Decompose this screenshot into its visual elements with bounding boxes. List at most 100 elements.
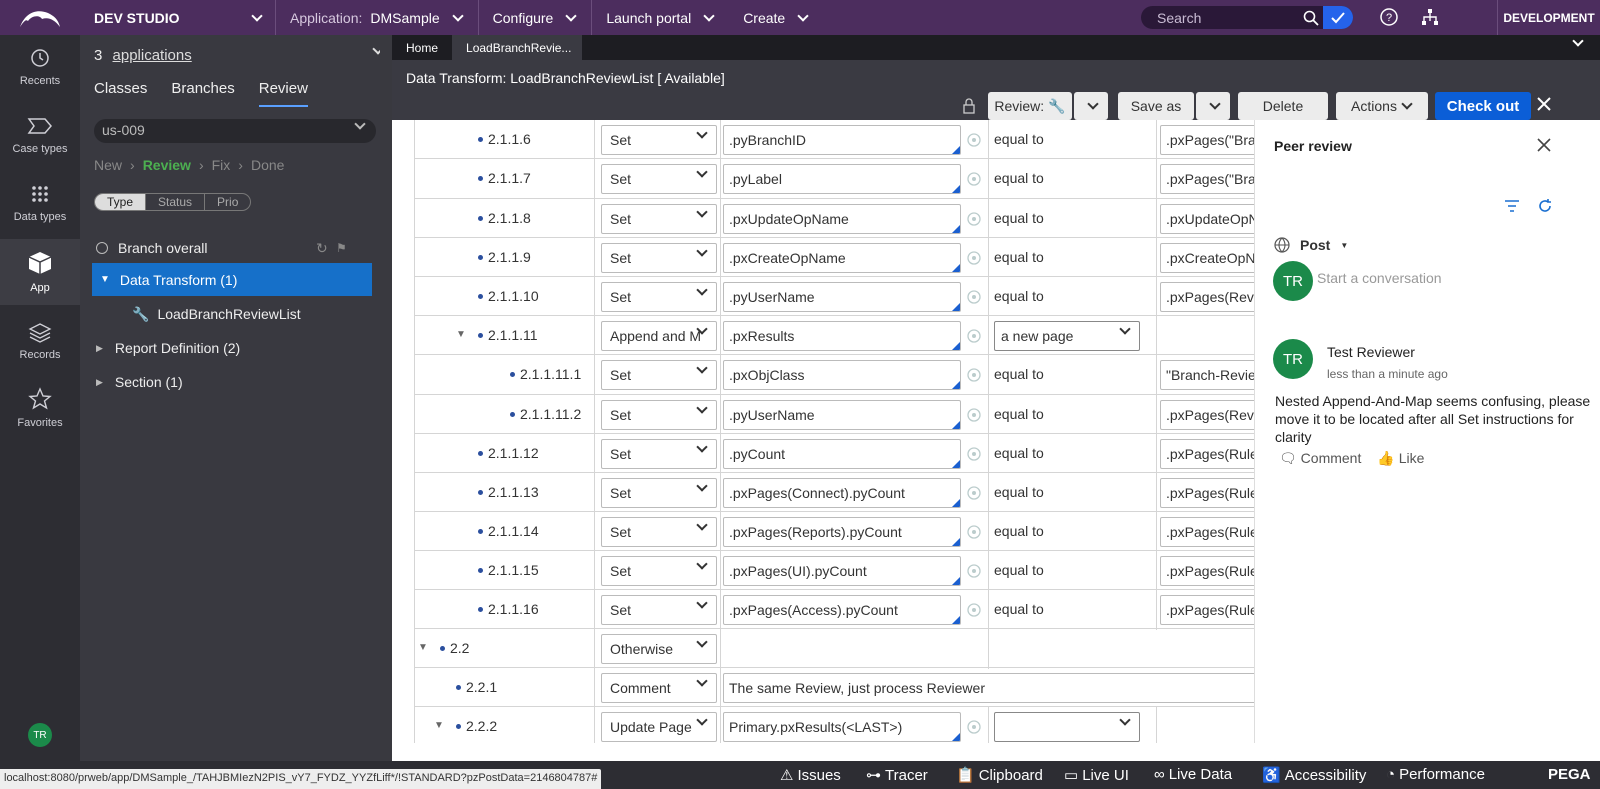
target-field[interactable]: .pxPages(UI).pyCount <box>723 556 961 586</box>
target-field[interactable]: .pxPages(Reports).pyCount <box>723 517 961 547</box>
action-select[interactable]: Set <box>601 400 717 430</box>
action-select[interactable]: Append and M <box>601 321 717 351</box>
tab-loadbranchreviewlist[interactable]: LoadBranchRevie... <box>452 35 583 60</box>
live-ui-button[interactable]: ▭ Live UI <box>1064 766 1129 785</box>
target-field[interactable]: .pxCreateOpName <box>723 243 961 273</box>
branch-select[interactable]: us-009 <box>94 118 376 143</box>
tree-item-loadbranchreviewlist[interactable]: 🔧 LoadBranchReviewList <box>80 304 392 324</box>
source-field[interactable]: .pxPages(Rules <box>1160 478 1254 508</box>
relation-select[interactable] <box>994 712 1140 742</box>
source-field[interactable]: .pxPages(Revie <box>1160 400 1254 430</box>
tab-home[interactable]: Home <box>392 35 452 60</box>
target-field[interactable]: .pxObjClass <box>723 360 961 390</box>
relation-select[interactable]: a new page <box>994 321 1140 351</box>
action-select[interactable]: Set <box>601 282 717 312</box>
tree-item-report-definition[interactable]: ▶ Report Definition (2) <box>80 338 392 358</box>
source-field[interactable]: .pxPages("Bran <box>1160 125 1254 155</box>
hierarchy-icon[interactable] <box>1421 8 1439 26</box>
caret-down-icon[interactable]: ▼ <box>456 329 466 340</box>
rail-item-case-types[interactable]: Case types <box>0 115 80 165</box>
rail-item-recents[interactable]: Recents <box>0 47 80 97</box>
search-submit-button[interactable] <box>1323 6 1353 29</box>
check-out-button[interactable]: Check out <box>1435 92 1531 120</box>
performance-button[interactable]: ◔ Performance <box>1386 766 1485 783</box>
applications-link[interactable]: applications <box>113 47 192 64</box>
action-select[interactable]: Set <box>601 243 717 273</box>
launch-portal-menu[interactable]: Launch portal <box>592 0 729 35</box>
rail-item-data-types[interactable]: Data types <box>0 183 80 233</box>
studio-switcher[interactable]: DEV STUDIO <box>80 0 276 35</box>
pega-logo-icon[interactable] <box>0 0 80 35</box>
close-icon[interactable] <box>1537 138 1551 152</box>
radio-circle-icon[interactable] <box>96 242 108 254</box>
target-picker-icon[interactable] <box>966 446 982 462</box>
help-icon[interactable]: ? <box>1380 8 1398 26</box>
target-picker-icon[interactable] <box>966 524 982 540</box>
target-picker-icon[interactable] <box>966 719 982 735</box>
start-conversation-input[interactable]: Start a conversation <box>1317 270 1442 286</box>
actions-button[interactable]: Actions <box>1336 92 1428 120</box>
clipboard-button[interactable]: 📋 Clipboard <box>956 766 1043 785</box>
target-field[interactable]: .pxResults <box>723 321 961 351</box>
post-visibility-select[interactable]: Post ▼ <box>1274 237 1348 253</box>
tab-classes[interactable]: Classes <box>94 80 147 107</box>
action-select[interactable]: Set <box>601 556 717 586</box>
flag-icon[interactable]: ⚑ <box>336 241 347 255</box>
target-field[interactable]: .pyLabel <box>723 164 961 194</box>
issues-button[interactable]: ⚠ Issues <box>780 766 841 785</box>
target-field[interactable]: .pxPages(Access).pyCount <box>723 595 961 625</box>
target-field[interactable]: .pxUpdateOpName <box>723 204 961 234</box>
target-field[interactable]: .pyCount <box>723 439 961 469</box>
action-select[interactable]: Set <box>601 164 717 194</box>
target-picker-icon[interactable] <box>966 250 982 266</box>
target-field[interactable]: .pyBranchID <box>723 125 961 155</box>
target-picker-icon[interactable] <box>966 289 982 305</box>
save-as-button[interactable]: Save as <box>1118 92 1194 120</box>
action-select[interactable]: Set <box>601 439 717 469</box>
rail-item-favorites[interactable]: Favorites <box>0 387 80 437</box>
caret-down-icon[interactable]: ▼ <box>418 642 428 653</box>
segment-status[interactable]: Status <box>145 194 204 210</box>
action-select[interactable]: Set <box>601 360 717 390</box>
action-select[interactable]: Set <box>601 517 717 547</box>
tree-item-section[interactable]: ▶ Section (1) <box>80 372 392 392</box>
like-button[interactable]: 👍 Like <box>1377 450 1424 467</box>
refresh-icon[interactable] <box>1537 198 1553 214</box>
target-field[interactable]: .pyUserName <box>723 282 961 312</box>
action-select[interactable]: Set <box>601 478 717 508</box>
source-field[interactable]: .pxPages(Rules <box>1160 556 1254 586</box>
source-field[interactable]: .pxPages("Bran <box>1160 164 1254 194</box>
rail-item-records[interactable]: Records <box>0 321 80 371</box>
action-select[interactable]: Comment <box>601 673 717 703</box>
target-picker-icon[interactable] <box>966 328 982 344</box>
caret-down-icon[interactable]: ▼ <box>434 720 444 731</box>
target-picker-icon[interactable] <box>966 132 982 148</box>
tab-review[interactable]: Review <box>258 80 308 107</box>
tree-item-data-transform[interactable]: ▼ Data Transform (1) <box>92 263 372 296</box>
close-icon[interactable] <box>1536 96 1552 112</box>
tab-branches[interactable]: Branches <box>171 80 234 107</box>
source-field[interactable]: "Branch-Revie <box>1160 360 1254 390</box>
accessibility-button[interactable]: ♿ Accessibility <box>1262 766 1366 785</box>
review-dropdown-button[interactable] <box>1074 92 1108 120</box>
source-field[interactable]: .pxPages(Revie <box>1160 282 1254 312</box>
source-field[interactable]: .pxPages(Rules <box>1160 517 1254 547</box>
source-field[interactable]: .pxCreateOpN <box>1160 243 1254 273</box>
branch-overall-row[interactable]: Branch overall ↻ ⚑ <box>80 237 392 259</box>
target-field[interactable]: .pxPages(Connect).pyCount <box>723 478 961 508</box>
create-menu[interactable]: Create <box>729 0 823 35</box>
source-field[interactable]: .pxUpdateOpN <box>1160 204 1254 234</box>
comment-field[interactable]: The same Review, just process Reviewer <box>723 673 1254 703</box>
comment-action-button[interactable]: 🗨 Comment <box>1279 450 1361 467</box>
action-select[interactable]: Set <box>601 204 717 234</box>
action-select[interactable]: Set <box>601 125 717 155</box>
panel-resize-handle[interactable] <box>380 35 392 761</box>
target-picker-icon[interactable] <box>966 171 982 187</box>
target-field[interactable]: .pyUserName <box>723 400 961 430</box>
segment-type[interactable]: Type <box>95 194 146 210</box>
configure-menu[interactable]: Configure <box>479 0 593 35</box>
review-button[interactable]: Review: 🔧 <box>988 92 1072 120</box>
live-data-button[interactable]: ∞ Live Data <box>1154 766 1232 783</box>
source-field[interactable]: .pxPages(Rules <box>1160 595 1254 625</box>
target-picker-icon[interactable] <box>966 602 982 618</box>
